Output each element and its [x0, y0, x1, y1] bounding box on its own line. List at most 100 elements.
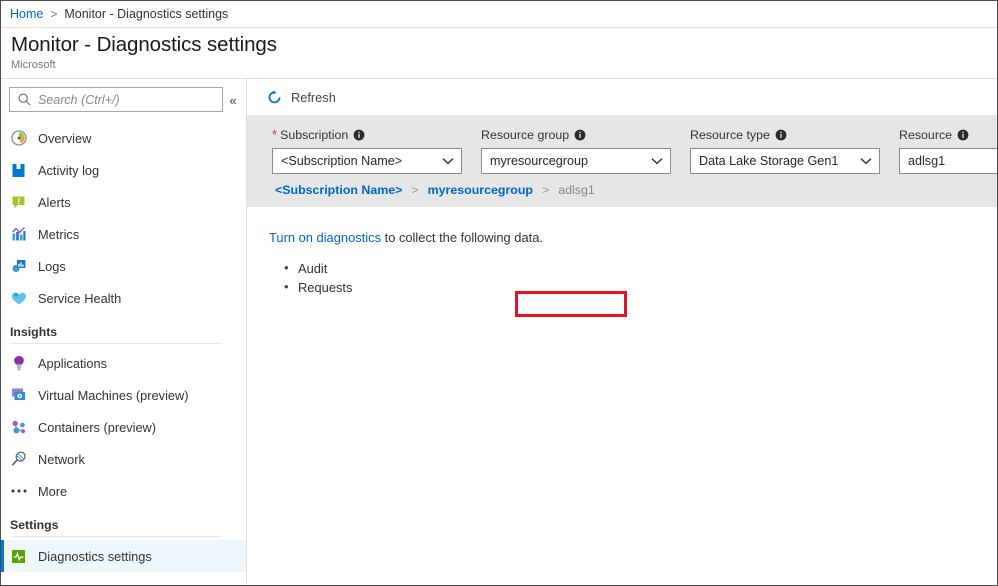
resource-dropdown[interactable]: adlsg1 [899, 148, 997, 174]
service-health-heart-icon [10, 290, 27, 307]
sidebar-section-insights-title: Insights [1, 314, 246, 343]
sidebar-section-divider [10, 536, 222, 537]
sidebar-item-service-health[interactable]: Service Health [1, 282, 246, 314]
search-input[interactable] [38, 93, 206, 107]
page-header: Monitor - Diagnostics settings Microsoft [1, 28, 997, 79]
list-item: Requests [281, 278, 997, 297]
sidebar-primary-nav: Overview Activity log [1, 122, 246, 314]
sidebar-item-network[interactable]: Network [1, 443, 246, 475]
filter-resource-group-label: Resource group [481, 126, 671, 144]
filter-resource: Resource adlsg1 [899, 126, 997, 174]
sidebar-item-label: Metrics [38, 227, 79, 242]
chevron-down-icon [651, 157, 663, 165]
sidebar-section-divider [10, 343, 222, 344]
sidebar-item-label: Activity log [38, 163, 99, 178]
sidebar-item-label: More [38, 484, 67, 499]
breadcrumb-separator-icon: > [50, 7, 57, 21]
label-text: Resource type [690, 128, 770, 142]
containers-icon [10, 419, 27, 436]
search-box[interactable] [9, 87, 223, 112]
path-separator-icon: > [542, 183, 549, 197]
applications-bulb-icon [10, 355, 27, 372]
command-toolbar: Refresh [247, 79, 997, 116]
sidebar-search-row: « [1, 87, 246, 112]
info-icon[interactable] [775, 129, 787, 141]
sidebar-item-label: Diagnostics settings [38, 549, 152, 564]
sidebar-item-logs[interactable]: Logs [1, 250, 246, 282]
resource-path-breadcrumb: <Subscription Name> > myresourcegroup > … [247, 174, 997, 197]
sidebar-item-more[interactable]: More [1, 475, 246, 507]
overview-gauge-icon [10, 130, 27, 147]
sidebar-item-label: Overview [38, 131, 91, 146]
content-area: Refresh * Subscription [247, 79, 997, 585]
subscription-dropdown[interactable]: <Subscription Name> [272, 148, 462, 174]
label-text: Subscription [280, 128, 348, 142]
search-icon [18, 93, 31, 106]
main-panel: Turn on diagnostics to collect the follo… [247, 207, 997, 297]
refresh-button[interactable]: Refresh [263, 86, 341, 109]
activity-log-book-icon [10, 162, 27, 179]
resource-type-dropdown[interactable]: Data Lake Storage Gen1 [690, 148, 880, 174]
diagnostics-prompt-rest: to collect the following data. [381, 230, 543, 245]
sidebar-item-metrics[interactable]: Metrics [1, 218, 246, 250]
resource-group-dropdown[interactable]: myresourcegroup [481, 148, 671, 174]
resource-group-value: myresourcegroup [490, 154, 588, 168]
path-resource-group-link[interactable]: myresourcegroup [428, 183, 533, 197]
sidebar-item-diagnostics-settings[interactable]: Diagnostics settings [1, 540, 246, 572]
sidebar-item-containers[interactable]: Containers (preview) [1, 411, 246, 443]
filter-resource-group: Resource group myresourcegroup [481, 126, 671, 174]
path-subscription-link[interactable]: <Subscription Name> [275, 183, 402, 197]
sidebar-item-label: Applications [38, 356, 107, 371]
label-text: Resource [899, 128, 952, 142]
filter-resource-type: Resource type Data Lake Storage Gen1 [690, 126, 880, 174]
sidebar-item-label: Service Health [38, 291, 121, 306]
body: « Overview [1, 79, 997, 585]
filter-subscription-label: * Subscription [272, 126, 462, 144]
filter-resource-label: Resource [899, 126, 997, 144]
required-asterisk: * [272, 130, 277, 140]
filter-row: * Subscription <Subscript [247, 126, 997, 174]
sidebar: « Overview [1, 79, 247, 585]
virtual-machines-icon [10, 387, 27, 404]
info-icon[interactable] [957, 129, 969, 141]
resource-value: adlsg1 [908, 154, 945, 168]
sidebar-collapse-icon[interactable]: « [224, 91, 242, 109]
alerts-bell-icon [10, 194, 27, 211]
network-icon [10, 451, 27, 468]
sidebar-item-label: Logs [38, 259, 66, 274]
sidebar-item-label: Containers (preview) [38, 420, 156, 435]
breadcrumb-current: Monitor - Diagnostics settings [64, 7, 228, 21]
chevron-down-icon [860, 157, 872, 165]
turn-on-diagnostics-link[interactable]: Turn on diagnostics [269, 230, 381, 245]
path-resource-current: adlsg1 [558, 183, 595, 197]
page-subtitle: Microsoft [11, 59, 997, 71]
sidebar-item-overview[interactable]: Overview [1, 122, 246, 154]
diagnostics-prompt: Turn on diagnostics to collect the follo… [269, 230, 543, 246]
filter-resource-type-label: Resource type [690, 126, 880, 144]
sidebar-item-applications[interactable]: Applications [1, 347, 246, 379]
breadcrumb-home-link[interactable]: Home [10, 7, 43, 21]
filter-band: * Subscription <Subscript [247, 116, 997, 207]
page-title: Monitor - Diagnostics settings [11, 32, 997, 58]
path-separator-icon: > [411, 183, 418, 197]
sidebar-item-virtual-machines[interactable]: Virtual Machines (preview) [1, 379, 246, 411]
sidebar-item-activity-log[interactable]: Activity log [1, 154, 246, 186]
label-text: Resource group [481, 128, 569, 142]
more-ellipsis-icon [10, 483, 27, 500]
sidebar-item-alerts[interactable]: Alerts [1, 186, 246, 218]
metrics-bar-chart-icon [10, 226, 27, 243]
chevron-down-icon [442, 157, 454, 165]
info-icon[interactable] [574, 129, 586, 141]
filter-subscription: * Subscription <Subscript [272, 126, 462, 174]
sidebar-section-settings-title: Settings [1, 507, 246, 536]
collected-data-list: Audit Requests [281, 259, 997, 297]
subscription-value: <Subscription Name> [281, 154, 402, 168]
sidebar-item-label: Virtual Machines (preview) [38, 388, 189, 403]
diagnostics-settings-icon [10, 548, 27, 565]
info-icon[interactable] [353, 129, 365, 141]
refresh-circular-arrow-icon [266, 89, 283, 106]
sidebar-item-label: Alerts [38, 195, 71, 210]
resource-type-value: Data Lake Storage Gen1 [699, 154, 838, 168]
breadcrumb: Home > Monitor - Diagnostics settings [1, 1, 997, 28]
azure-portal-window: Home > Monitor - Diagnostics settings Mo… [0, 0, 998, 586]
